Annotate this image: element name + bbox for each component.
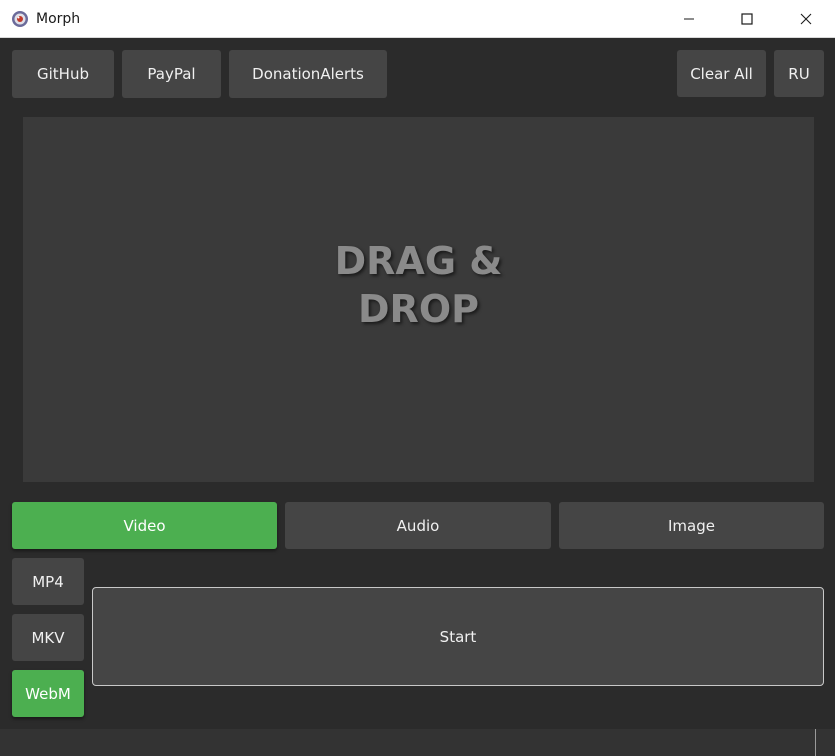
minimize-button[interactable]	[660, 0, 718, 38]
drop-zone-label: DRAG & DROP	[334, 238, 503, 331]
format-mkv-button[interactable]: MKV	[12, 614, 84, 661]
maximize-button[interactable]	[718, 0, 776, 38]
format-mp4-button[interactable]: MP4	[12, 558, 84, 605]
close-icon	[800, 13, 812, 25]
minimize-icon	[683, 13, 695, 25]
status-divider	[815, 729, 816, 756]
drop-zone[interactable]: DRAG & DROP	[23, 117, 814, 482]
donationalerts-button[interactable]: DonationAlerts	[229, 50, 387, 98]
format-webm-button[interactable]: WebM	[12, 670, 84, 717]
window-title: Morph	[36, 11, 81, 27]
github-button[interactable]: GitHub	[12, 50, 114, 98]
maximize-icon	[741, 13, 753, 25]
start-button[interactable]: Start	[92, 587, 824, 686]
close-button[interactable]	[777, 0, 835, 38]
tab-video[interactable]: Video	[12, 502, 277, 549]
paypal-button[interactable]: PayPal	[122, 50, 221, 98]
tab-audio[interactable]: Audio	[285, 502, 551, 549]
status-bar	[0, 729, 835, 756]
title-bar: Morph	[0, 0, 835, 38]
app-icon	[11, 10, 29, 28]
tab-image[interactable]: Image	[559, 502, 824, 549]
language-button[interactable]: RU	[774, 50, 824, 97]
clear-all-button[interactable]: Clear All	[677, 50, 766, 97]
